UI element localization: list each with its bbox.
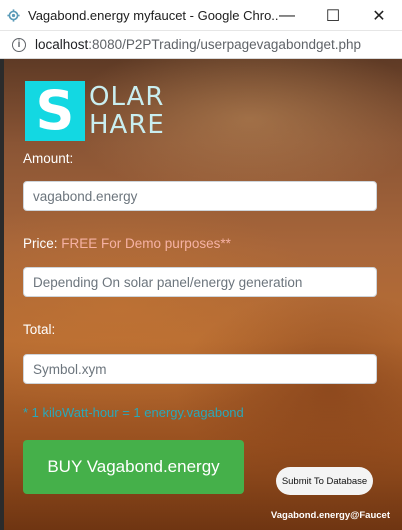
- buy-button[interactable]: BUY Vagabond.energy: [23, 440, 244, 494]
- submit-to-database-button[interactable]: Submit To Database: [276, 467, 373, 495]
- price-input[interactable]: [23, 267, 377, 297]
- url-host: localhost: [35, 37, 89, 52]
- price-label: Price:: [23, 236, 58, 251]
- page-content: S OLAR HARE Amount: Price: FREE For Demo…: [0, 59, 402, 530]
- minimize-button[interactable]: —: [264, 0, 310, 31]
- logo-line-2: HARE: [89, 110, 165, 140]
- logo-line-1: OLAR: [89, 82, 165, 112]
- url-text[interactable]: localhost:8080/P2PTrading/userpagevagabo…: [35, 37, 361, 52]
- address-bar[interactable]: i localhost:8080/P2PTrading/userpagevaga…: [0, 31, 402, 59]
- url-path: :8080/P2PTrading/userpagevagabondget.php: [88, 37, 362, 52]
- footer-credit: Vagabond.energy@Faucet: [270, 510, 390, 521]
- window-controls: — ☐ ✕: [264, 0, 402, 31]
- logo-letter: S: [25, 81, 85, 141]
- amount-input[interactable]: [23, 181, 377, 211]
- price-label-row: Price: FREE For Demo purposes**: [23, 236, 231, 251]
- maximize-button[interactable]: ☐: [310, 0, 356, 31]
- window-titlebar: Vagabond.energy myfaucet - Google Chro..…: [0, 0, 402, 31]
- conversion-note: * 1 kiloWatt-hour = 1 energy.vagabond: [23, 405, 244, 420]
- site-info-icon[interactable]: i: [12, 37, 26, 52]
- total-label: Total:: [23, 322, 56, 337]
- total-input[interactable]: [23, 354, 377, 384]
- left-edge-strip: [0, 59, 4, 530]
- solar-share-logo: S OLAR HARE: [25, 81, 165, 141]
- price-free-note: FREE For Demo purposes**: [61, 236, 231, 251]
- amount-label: Amount:: [23, 151, 74, 166]
- close-button[interactable]: ✕: [356, 0, 402, 31]
- app-gear-icon: [2, 0, 24, 31]
- window-title: Vagabond.energy myfaucet - Google Chro..…: [28, 7, 278, 23]
